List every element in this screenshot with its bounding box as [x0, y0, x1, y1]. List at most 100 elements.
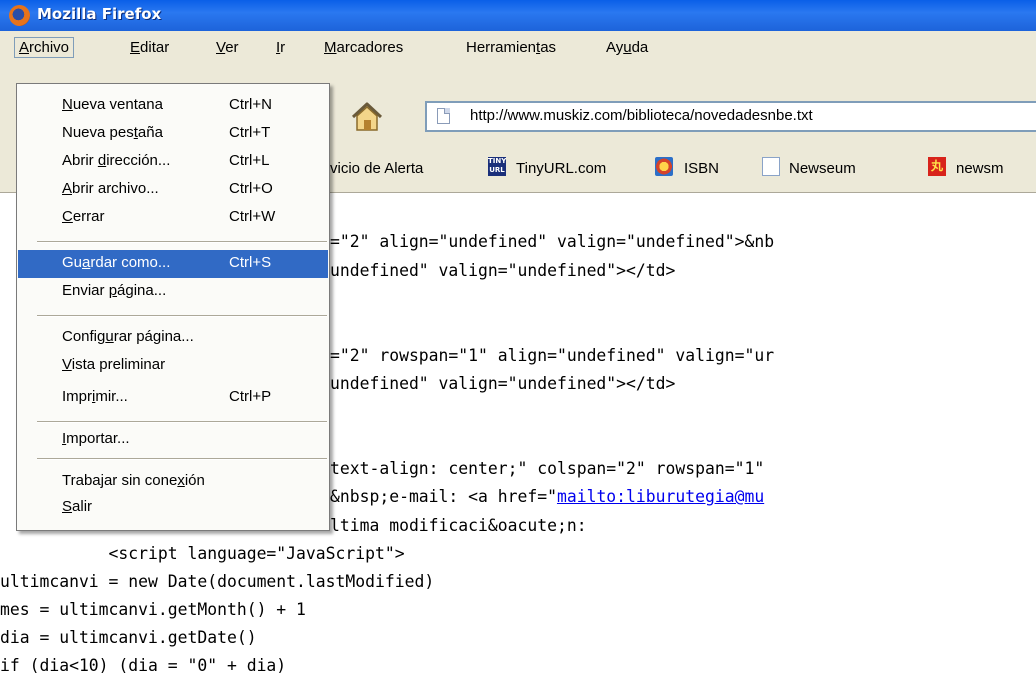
menu-ayuda[interactable]: Ayuda: [602, 38, 652, 57]
menu-item-nueva-pestana[interactable]: Nueva pestaña Ctrl+T: [18, 120, 328, 148]
menu-item-label: Vista preliminar: [62, 356, 165, 373]
menu-editar[interactable]: Editar: [126, 38, 173, 57]
menu-item-importar[interactable]: Importar...: [18, 426, 328, 454]
isbn-icon: [655, 157, 673, 176]
menu-separator: [37, 241, 327, 243]
menu-item-trabajar-sin-conexion[interactable]: Trabajar sin conexión: [18, 468, 328, 496]
label-part: mir...: [95, 388, 128, 405]
menu-label: M: [324, 39, 337, 56]
code-line: &nbsp;e-mail: <a href="mailto:liburutegi…: [330, 487, 764, 506]
menu-item-abrir-direccion[interactable]: Abrir dirección... Ctrl+L: [18, 148, 328, 176]
code-line: if (dia<10) (dia = "0" + dia): [0, 656, 287, 675]
label-part: Nueva pes: [62, 124, 134, 141]
menu-item-label: Importar...: [62, 430, 130, 447]
menu-label: Herramien: [466, 39, 537, 56]
menu-separator: [37, 315, 327, 317]
file-menu-dropdown: Nueva ventana Ctrl+N Nueva pestaña Ctrl+…: [16, 83, 330, 531]
code-line: undefined" valign="undefined"></td>: [330, 261, 676, 280]
label-part: A: [62, 180, 73, 197]
code-line: mes = ultimcanvi.getMonth() + 1: [0, 600, 306, 619]
menu-marcadores[interactable]: Marcadores: [320, 38, 407, 57]
label-part: Abrir: [62, 152, 98, 169]
label-part: Config: [62, 328, 106, 345]
code-text: &nbsp;e-mail: <a href=": [330, 487, 557, 506]
menu-item-guardar-como[interactable]: Guardar como... Ctrl+S: [18, 250, 328, 278]
menu-item-configurar-pagina[interactable]: Configurar página...: [18, 324, 328, 352]
menu-item-shortcut: Ctrl+L: [229, 152, 270, 169]
menu-item-shortcut: Ctrl+O: [229, 180, 273, 197]
label-part: irección...: [106, 152, 171, 169]
mailto-link[interactable]: mailto:liburutegia@mu: [557, 487, 764, 506]
url-input[interactable]: http://www.muskiz.com/biblioteca/novedad…: [470, 107, 813, 124]
bookmark-servicio-alerta[interactable]: vicio de Alerta: [330, 160, 423, 177]
window-title: Mozilla Firefox: [37, 5, 162, 23]
menu-label: da: [631, 39, 649, 56]
menu-item-cerrar[interactable]: Cerrar Ctrl+W: [18, 204, 328, 232]
menu-label: as: [540, 39, 557, 56]
menu-bar: Archivo Editar Ver Ir Marcadores Herrami…: [0, 31, 1036, 65]
menu-item-shortcut: Ctrl+W: [229, 208, 276, 225]
bookmark-isbn[interactable]: ISBN: [684, 160, 719, 177]
label-part: brir archivo...: [72, 180, 159, 197]
menu-item-salir[interactable]: Salir: [18, 494, 328, 522]
bookmark-tinyurl[interactable]: TinyURL.com: [516, 160, 606, 177]
home-button[interactable]: [350, 101, 384, 133]
menu-label: rchivo: [29, 39, 70, 56]
menu-item-label: Cerrar: [62, 208, 105, 225]
menu-item-label: Configurar página...: [62, 328, 194, 345]
menu-item-label: Enviar página...: [62, 282, 166, 299]
code-line: undefined" valign="undefined"></td>: [330, 374, 676, 393]
title-bar: Mozilla Firefox: [0, 0, 1036, 32]
code-line: <script language="JavaScript">: [0, 544, 405, 563]
label-part: mportar...: [66, 430, 130, 447]
menu-item-label: Salir: [62, 498, 92, 515]
label-part: ista preliminar: [71, 356, 166, 373]
label-part: rar página...: [113, 328, 194, 345]
menu-label: arcadores: [336, 39, 404, 56]
menu-item-enviar-pagina[interactable]: Enviar página...: [18, 278, 328, 306]
menu-separator: [37, 458, 327, 460]
label-part: V: [62, 356, 72, 373]
menu-label: u: [623, 39, 632, 56]
code-line: text-align: center;" colspan="2" rowspan…: [330, 459, 765, 478]
menu-ver[interactable]: Ver: [212, 38, 243, 57]
label-part: aña: [137, 124, 163, 141]
menu-item-abrir-archivo[interactable]: Abrir archivo... Ctrl+O: [18, 176, 328, 204]
label-part: d: [97, 152, 107, 169]
bookmark-newsm[interactable]: newsm: [956, 160, 1004, 177]
menu-label: ditar: [140, 39, 170, 56]
menu-item-label: Nueva ventana: [62, 96, 163, 113]
menu-item-label: Abrir archivo...: [62, 180, 159, 197]
menu-herramientas[interactable]: Herramientas: [462, 38, 560, 57]
menu-item-shortcut: Ctrl+N: [229, 96, 272, 113]
menu-item-label: Abrir dirección...: [62, 152, 170, 169]
label-part: ión: [184, 472, 205, 489]
menu-item-vista-preliminar[interactable]: Vista preliminar: [18, 352, 328, 380]
bookmark-newseum[interactable]: Newseum: [789, 160, 856, 177]
menu-item-nueva-ventana[interactable]: Nueva ventana Ctrl+N: [18, 92, 328, 120]
menu-ir[interactable]: Ir: [272, 38, 289, 57]
label-part: Impr: [62, 388, 92, 405]
menu-item-label: Nueva pestaña: [62, 124, 163, 141]
home-icon: [351, 102, 383, 131]
label-part: x: [177, 472, 185, 489]
firefox-logo-icon: [9, 5, 30, 26]
menu-item-imprimir[interactable]: Imprimir... Ctrl+P: [18, 384, 328, 412]
code-line: ultimcanvi = new Date(document.lastModif…: [0, 572, 435, 591]
page-icon: [437, 108, 450, 124]
label-part: rdar como...: [90, 254, 171, 271]
menu-label: V: [216, 39, 226, 56]
menu-label: E: [130, 39, 141, 56]
menu-item-shortcut: Ctrl+T: [229, 124, 271, 141]
menu-separator: [37, 421, 327, 423]
menu-label: A: [19, 39, 30, 56]
label-part: N: [62, 96, 73, 113]
menu-label: r: [280, 39, 286, 56]
label-part: Enviar: [62, 282, 109, 299]
label-part: C: [62, 208, 73, 225]
label-part: Gu: [62, 254, 83, 271]
menu-archivo[interactable]: Archivo: [14, 37, 75, 58]
label-part: ueva ventana: [72, 96, 163, 113]
menu-item-label: Trabajar sin conexión: [62, 472, 205, 489]
tinyurl-icon: TINY URL: [488, 157, 507, 176]
